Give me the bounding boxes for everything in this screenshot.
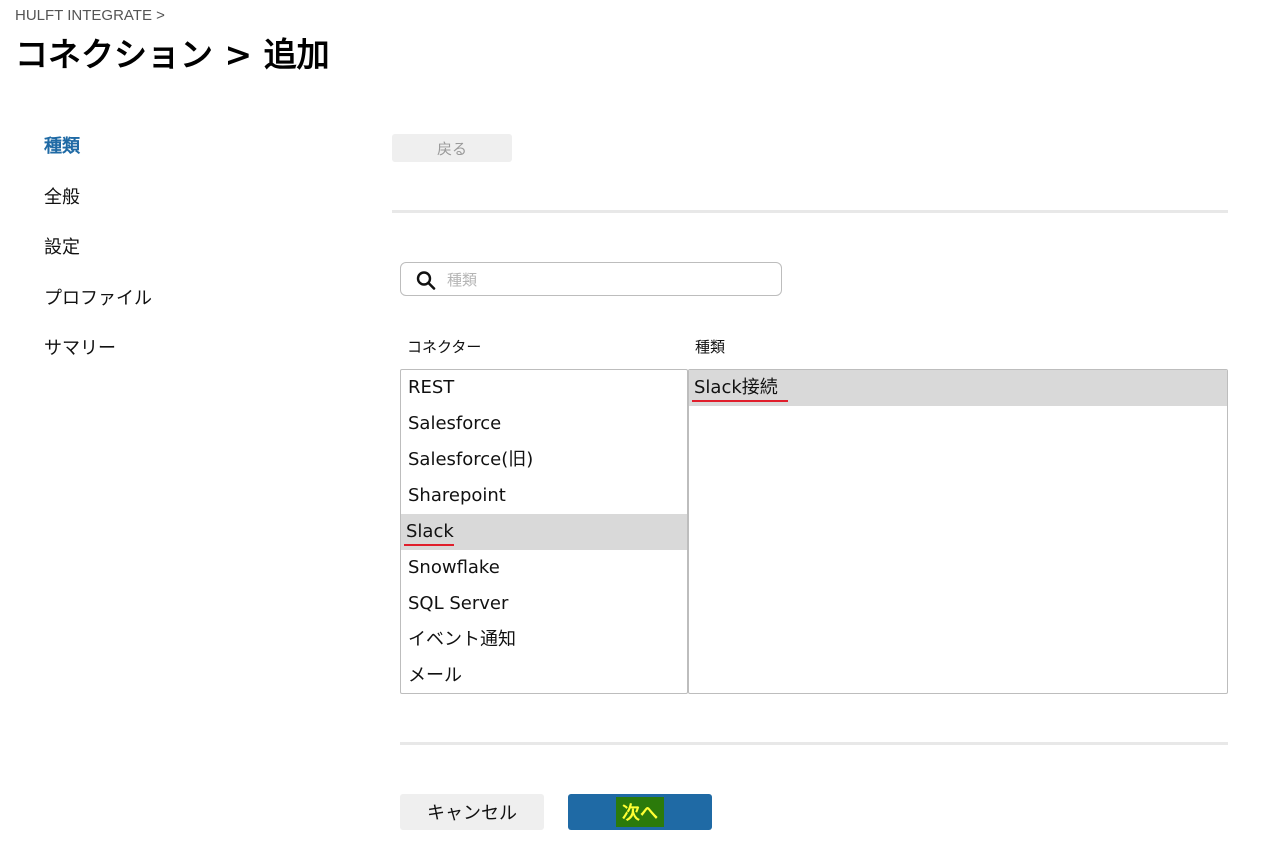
connector-item-salesforce-legacy[interactable]: Salesforce(旧) xyxy=(401,442,687,478)
type-list[interactable]: Slack接続 xyxy=(688,369,1228,694)
connection-add-page: HULFT INTEGRATE > コネクション > 追加 種類 全般 設定 プ… xyxy=(0,0,1263,841)
type-item-label: Slack接続 xyxy=(692,376,788,402)
search-input[interactable] xyxy=(445,267,769,293)
step-type[interactable]: 種類 xyxy=(44,134,152,185)
type-item-slack-connection[interactable]: Slack接続 xyxy=(689,370,1227,406)
connector-item-snowflake[interactable]: Snowflake xyxy=(401,550,687,586)
step-profile[interactable]: プロファイル xyxy=(44,286,152,337)
page-title: コネクション > 追加 xyxy=(15,35,330,74)
connector-item-sharepoint[interactable]: Sharepoint xyxy=(401,478,687,514)
connector-item-mail[interactable]: メール xyxy=(401,658,687,693)
search-icon xyxy=(416,271,436,290)
connector-column-header: コネクター xyxy=(407,338,482,356)
next-button-label: 次へ xyxy=(616,797,664,827)
cancel-button[interactable]: キャンセル xyxy=(400,794,544,830)
next-button[interactable]: 次へ xyxy=(568,794,712,830)
divider xyxy=(400,742,1228,745)
connector-item-salesforce[interactable]: Salesforce xyxy=(401,406,687,442)
divider xyxy=(392,210,1228,213)
step-general[interactable]: 全般 xyxy=(44,185,152,236)
breadcrumb[interactable]: HULFT INTEGRATE > xyxy=(15,7,165,24)
connector-item-rest[interactable]: REST xyxy=(401,370,687,406)
type-column-header: 種類 xyxy=(695,338,726,356)
connector-item-event-notification[interactable]: イベント通知 xyxy=(401,622,687,658)
step-settings[interactable]: 設定 xyxy=(44,235,152,286)
connector-item-label: Slack xyxy=(404,520,454,546)
connector-item-slack[interactable]: Slack xyxy=(401,514,687,550)
connector-item-sql-server[interactable]: SQL Server xyxy=(401,586,687,622)
wizard-steps: 種類 全般 設定 プロファイル サマリー xyxy=(44,134,152,387)
back-button[interactable]: 戻る xyxy=(392,134,512,162)
connector-list[interactable]: REST Salesforce Salesforce(旧) Sharepoint… xyxy=(400,369,688,694)
search-box[interactable] xyxy=(400,262,782,296)
step-summary[interactable]: サマリー xyxy=(44,336,152,387)
